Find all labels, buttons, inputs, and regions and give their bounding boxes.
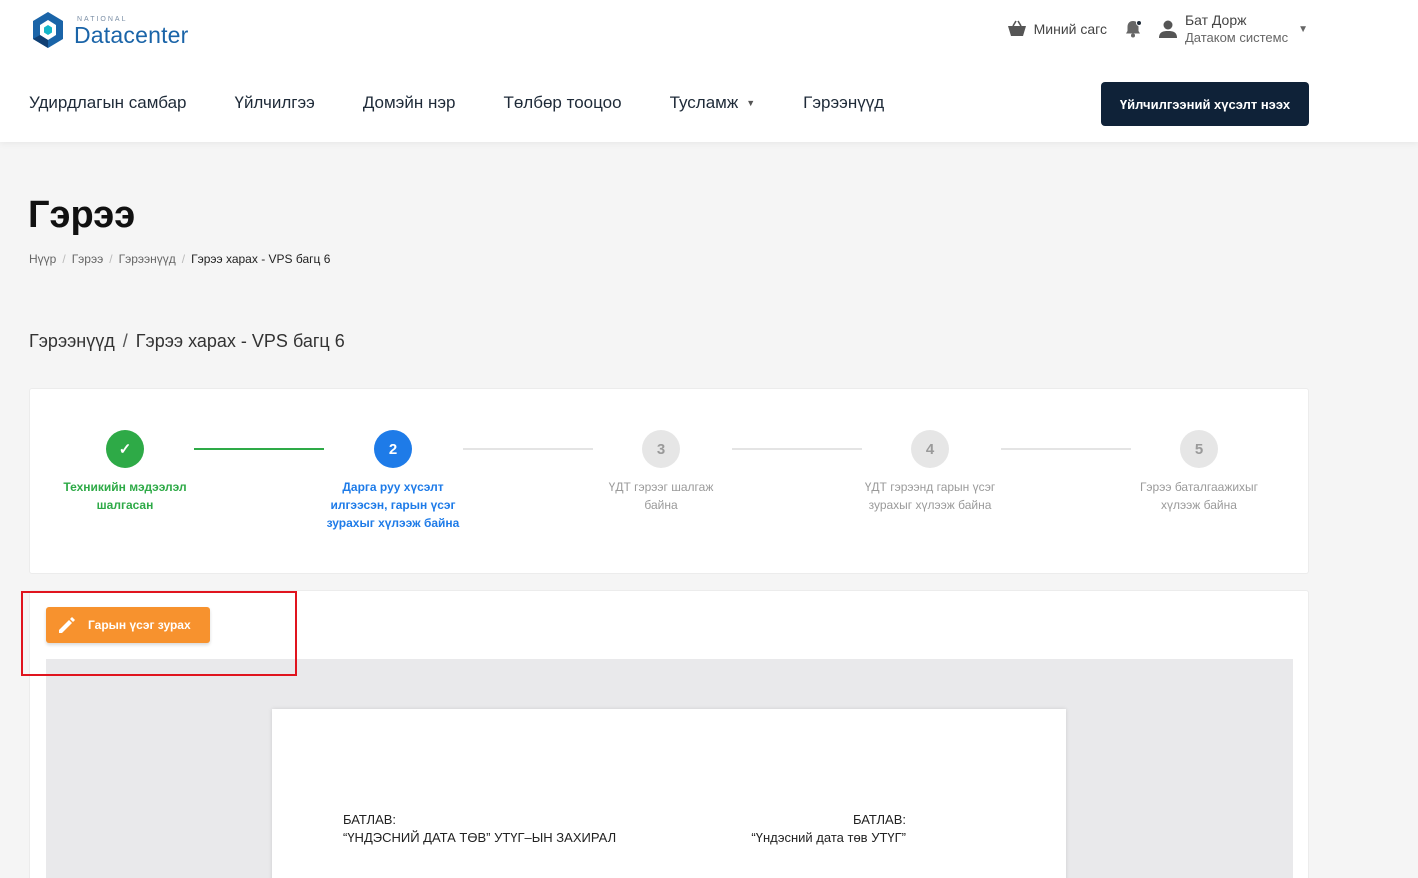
nav-billing[interactable]: Төлбөр тооцоо xyxy=(503,93,621,113)
left-org-label: “ҮНДЭСНИЙ ДАТА ТӨВ” УТҮГ–ЫН ЗАХИРАЛ xyxy=(343,830,617,845)
main-nav: Удирдлагын самбар Үйлчилгээ Домэйн нэр Т… xyxy=(29,93,932,113)
breadcrumb-separator: / xyxy=(109,252,113,266)
user-menu[interactable]: Бат Дорж Датаком системс ▼ xyxy=(1157,12,1308,46)
step-number: 2 xyxy=(374,430,412,468)
step-number: 4 xyxy=(911,430,949,468)
chevron-down-icon: ▼ xyxy=(746,98,756,108)
breadcrumb-separator: / xyxy=(62,252,66,266)
document-right-block: БАТЛАВ: “Үндэсний дата төв УТҮГ” xyxy=(751,811,906,847)
step-4: 4 ҮДТ гэрээнд гарын үсэг зурахыг хүлээж … xyxy=(840,430,1020,514)
highlight-box xyxy=(21,591,297,676)
breadcrumb-separator: / xyxy=(181,252,186,266)
left-approve-label: БАТЛАВ: xyxy=(343,812,397,827)
chevron-down-icon: ▼ xyxy=(1298,23,1308,35)
section-title-separator: / xyxy=(122,331,128,351)
step-label: Дарга руу хүсэлт илгээсэн, гарын үсэг зу… xyxy=(326,480,460,530)
step-label: ҮДТ гэрээнд гарын үсэг зурахыг хүлээж ба… xyxy=(864,480,996,512)
document-left-block: БАТЛАВ: “ҮНДЭСНИЙ ДАТА ТӨВ” УТҮГ–ЫН ЗАХИ… xyxy=(343,811,616,847)
breadcrumb-contracts[interactable]: Гэрээнүүд xyxy=(119,252,176,266)
nav-services[interactable]: Үйлчилгээ xyxy=(234,93,314,113)
cart-link[interactable]: Миний сагс xyxy=(1007,20,1107,38)
right-approve-label: БАТЛАВ: xyxy=(852,812,906,827)
section-title: Гэрээнүүд / Гэрээ харах - VPS багц 6 xyxy=(29,331,345,352)
step-number: 5 xyxy=(1180,430,1218,468)
step-number: 3 xyxy=(642,430,680,468)
cart-label: Миний сагс xyxy=(1033,21,1107,37)
page-title: Гэрээ xyxy=(28,194,136,236)
right-org-label: “Үндэсний дата төв УТҮГ” xyxy=(751,830,906,845)
open-service-request-button[interactable]: Үйлчилгээний хүсэлт нээх xyxy=(1101,82,1309,126)
step-label: Гэрээ баталгаажихыг хүлээж байна xyxy=(1139,480,1259,512)
step-3: 3 ҮДТ гэрээг шалгаж байна xyxy=(571,430,751,514)
notifications-button[interactable] xyxy=(1123,19,1143,39)
logo-icon xyxy=(33,12,63,48)
section-title-parent[interactable]: Гэрээнүүд xyxy=(29,331,115,351)
document-page xyxy=(272,709,1066,878)
breadcrumb-home[interactable]: Нүүр xyxy=(29,252,56,266)
step-label: Техникийн мэдээлэл шалгасан xyxy=(63,480,187,512)
breadcrumb-current: Гэрээ харах - VPS багц 6 xyxy=(191,252,331,266)
step-1: ✓ Техникийн мэдээлэл шалгасан xyxy=(35,430,215,514)
breadcrumb-contract[interactable]: Гэрээ xyxy=(72,252,104,266)
step-5: 5 Гэрээ баталгаажихыг хүлээж байна xyxy=(1109,430,1289,514)
nav-support[interactable]: Тусламж ▼ xyxy=(670,93,756,113)
nav-support-label: Тусламж xyxy=(669,93,739,112)
nav-dashboard[interactable]: Удирдлагын самбар xyxy=(29,93,186,113)
step-2: 2 Дарга руу хүсэлт илгээсэн, гарын үсэг … xyxy=(303,430,483,532)
user-icon xyxy=(1158,20,1177,38)
basket-icon xyxy=(1007,20,1026,36)
contract-progress-stepper: ✓ Техникийн мэдээлэл шалгасан 2 Дарга ру… xyxy=(29,388,1309,574)
check-icon: ✓ xyxy=(106,430,144,468)
breadcrumb: Нүүр / Гэрээ / Гэрээнүүд / Гэрээ харах -… xyxy=(29,252,330,266)
section-title-current: Гэрээ харах - VPS багц 6 xyxy=(135,331,345,351)
step-label: ҮДТ гэрээг шалгаж байна xyxy=(608,480,714,512)
nav-domain[interactable]: Домэйн нэр xyxy=(363,93,456,113)
nav-contracts[interactable]: Гэрээнүүд xyxy=(803,93,884,113)
logo-title: Datacenter xyxy=(74,22,189,48)
user-company: Датаком системс xyxy=(1184,30,1289,45)
user-name: Бат Дорж xyxy=(1184,12,1247,28)
site-header: NATIONAL Datacenter Миний сагс Бат Дорж … xyxy=(0,0,1418,142)
notification-dot xyxy=(1135,20,1142,26)
datacenter-logo[interactable]: NATIONAL Datacenter xyxy=(28,10,188,50)
